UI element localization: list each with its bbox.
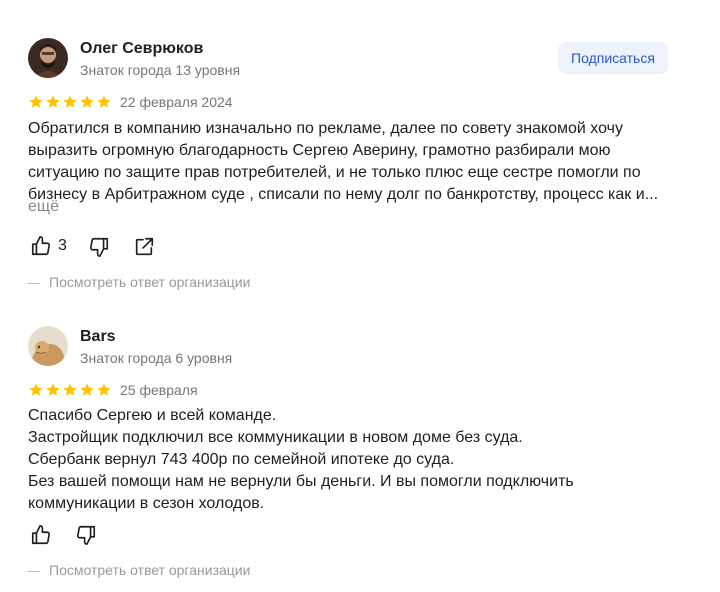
review-card: Bars Знаток города 6 уровня 25 февраля С… xyxy=(0,0,720,592)
star-icon xyxy=(80,383,94,396)
star-icon xyxy=(29,383,43,396)
thumbs-down-icon xyxy=(76,525,96,545)
dislike-button[interactable] xyxy=(75,524,97,546)
view-reply-label: Посмотреть ответ организации xyxy=(49,562,251,578)
review-date: 25 февраля xyxy=(120,382,198,398)
thumbs-up-icon xyxy=(31,525,51,545)
rating-stars xyxy=(28,382,112,398)
avatar[interactable] xyxy=(28,326,68,366)
view-reply-link[interactable]: Посмотреть ответ организации xyxy=(28,562,250,578)
divider xyxy=(28,570,40,572)
star-icon xyxy=(46,383,60,396)
star-icon xyxy=(97,383,111,396)
review-text: Спасибо Сергею и всей команде. Застройщи… xyxy=(28,407,574,512)
star-icon xyxy=(63,383,77,396)
like-button[interactable] xyxy=(30,524,52,546)
author-level: Знаток города 6 уровня xyxy=(80,350,233,366)
author-name[interactable]: Bars xyxy=(80,328,116,346)
